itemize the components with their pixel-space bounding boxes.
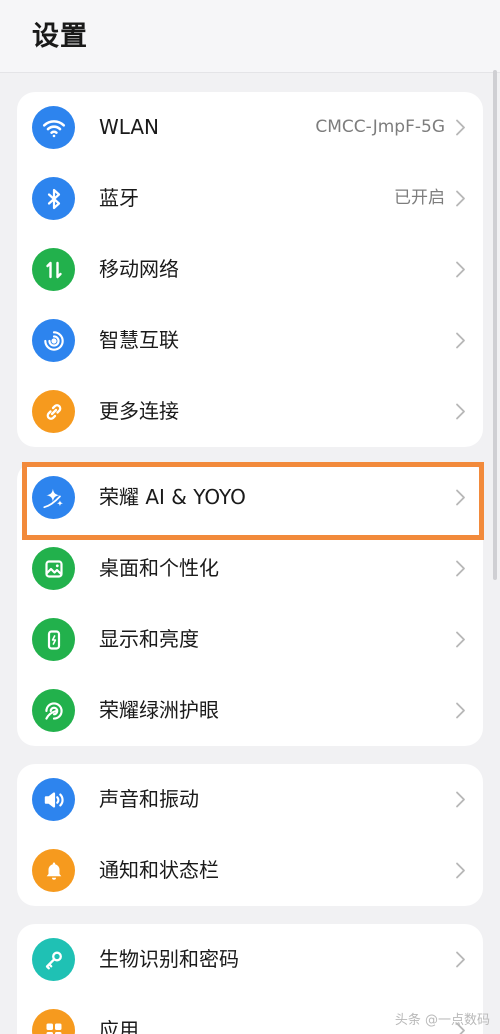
row-label: 声音和振动 [99, 787, 199, 811]
settings-row[interactable]: 荣耀 AI & YOYO [17, 462, 483, 533]
link-icon [32, 390, 75, 433]
header-bar: 设置 [0, 0, 500, 73]
eye-comfort-icon [32, 689, 75, 732]
row-label: 通知和状态栏 [99, 858, 219, 882]
settings-row[interactable]: 生物识别和密码 [17, 924, 483, 995]
settings-row[interactable]: WLAN CMCC-JmpF-5G [17, 92, 483, 163]
settings-screen: 设置 WLAN CMCC-JmpF-5G 蓝牙 已开启移动网络智慧互联更多连接 荣耀 … [0, 0, 500, 1034]
chevron-right-icon [455, 119, 466, 136]
chevron-right-icon [455, 190, 466, 207]
settings-row[interactable]: 桌面和个性化 [17, 533, 483, 604]
wallpaper-icon [32, 547, 75, 590]
row-label: 荣耀绿洲护眼 [99, 698, 219, 722]
mobile-data-icon [32, 248, 75, 291]
row-label: 应用 [99, 1018, 139, 1034]
row-label: 显示和亮度 [99, 627, 199, 651]
row-label: 桌面和个性化 [99, 556, 219, 580]
settings-row[interactable]: 通知和状态栏 [17, 835, 483, 906]
smart-connect-icon [32, 319, 75, 362]
chevron-right-icon [455, 951, 466, 968]
row-label: WLAN [99, 115, 160, 139]
page-title: 设置 [32, 21, 88, 52]
row-label: 蓝牙 [99, 186, 139, 210]
row-value: CMCC-JmpF-5G [315, 117, 445, 137]
chevron-right-icon [455, 791, 466, 808]
settings-row[interactable]: 移动网络 [17, 234, 483, 305]
settings-row[interactable]: 更多连接 [17, 376, 483, 447]
settings-group-personalization: 荣耀 AI & YOYO 桌面和个性化 显示和亮度荣耀绿洲护眼 [17, 462, 483, 746]
chevron-right-icon [455, 560, 466, 577]
settings-group-sound-notifications: 声音和振动通知和状态栏 [17, 764, 483, 906]
row-label: 更多连接 [99, 399, 179, 423]
chevron-right-icon [455, 332, 466, 349]
watermark: 头条 @一点数码 [394, 1013, 490, 1028]
scrollbar[interactable] [493, 70, 497, 580]
chevron-right-icon [455, 631, 466, 648]
row-label: 智慧互联 [99, 328, 179, 352]
settings-row[interactable]: 显示和亮度 [17, 604, 483, 675]
row-label: 荣耀 AI & YOYO [99, 485, 246, 509]
chevron-right-icon [455, 261, 466, 278]
volume-icon [32, 778, 75, 821]
settings-row[interactable]: 声音和振动 [17, 764, 483, 835]
bluetooth-icon [32, 177, 75, 220]
chevron-right-icon [455, 403, 466, 420]
chevron-right-icon [455, 862, 466, 879]
settings-row[interactable]: 荣耀绿洲护眼 [17, 675, 483, 746]
row-label: 移动网络 [99, 257, 179, 281]
row-value: 已开启 [394, 188, 445, 208]
row-label: 生物识别和密码 [99, 947, 239, 971]
settings-group-connectivity: WLAN CMCC-JmpF-5G 蓝牙 已开启移动网络智慧互联更多连接 [17, 92, 483, 447]
display-brightness-icon [32, 618, 75, 661]
wifi-icon [32, 106, 75, 149]
apps-grid-icon [32, 1009, 75, 1034]
settings-row[interactable]: 蓝牙 已开启 [17, 163, 483, 234]
ai-sparkle-icon [32, 476, 75, 519]
settings-row[interactable]: 智慧互联 [17, 305, 483, 376]
key-icon [32, 938, 75, 981]
bell-icon [32, 849, 75, 892]
chevron-right-icon [455, 702, 466, 719]
chevron-right-icon [455, 489, 466, 506]
